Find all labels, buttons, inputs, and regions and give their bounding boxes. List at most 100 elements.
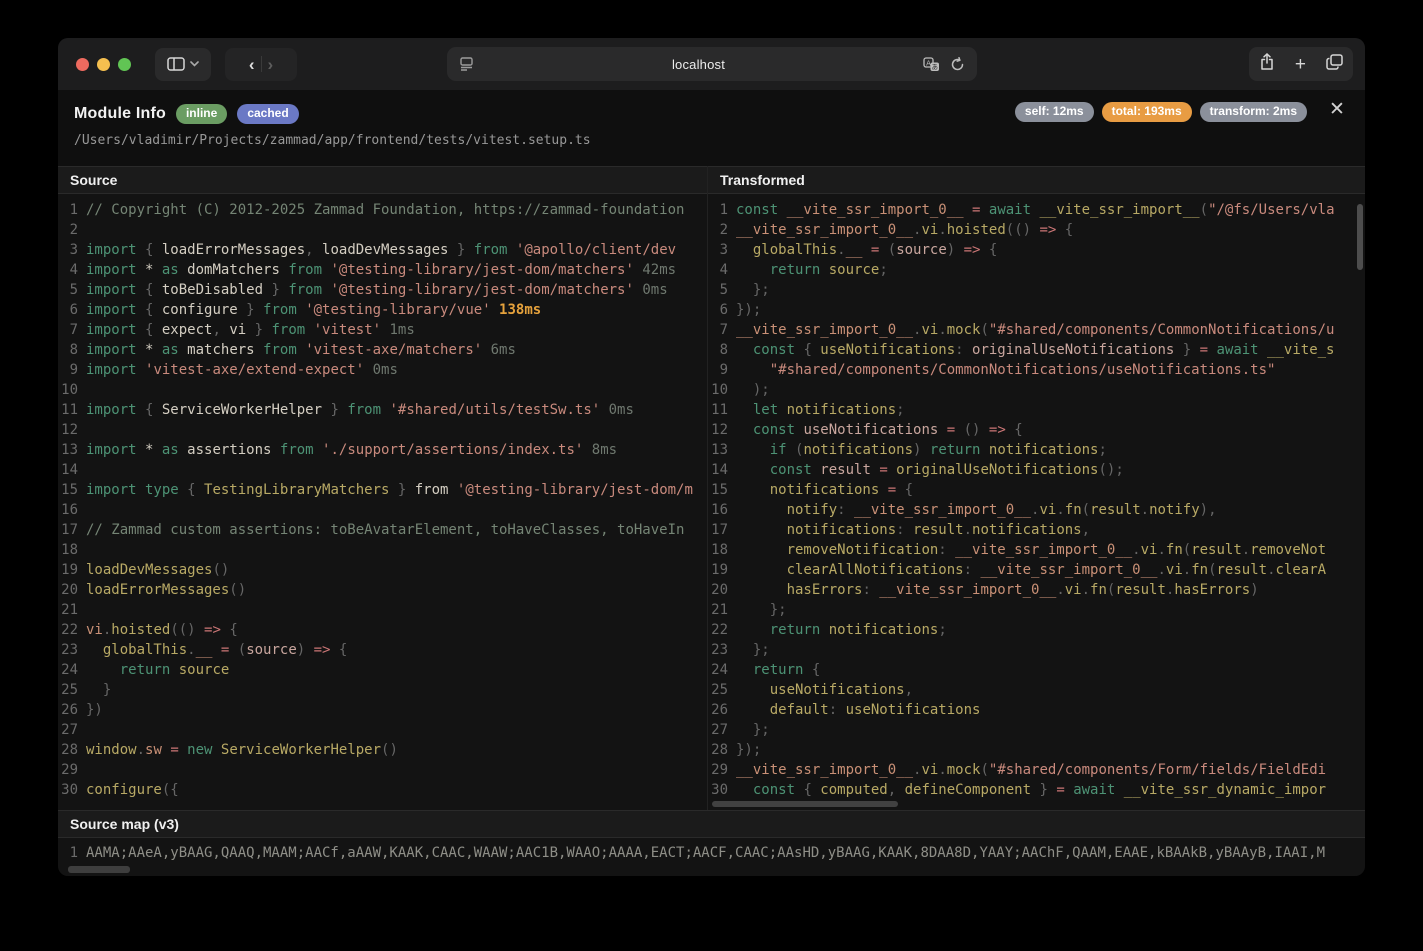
line-number: 26 xyxy=(58,700,86,720)
line-number: 7 xyxy=(708,320,736,340)
line-number: 17 xyxy=(58,520,86,540)
code-line: 14 const result = originalUseNotificatio… xyxy=(708,460,1365,480)
code-text: vi.hoisted(() => { xyxy=(86,620,238,640)
line-number: 28 xyxy=(708,740,736,760)
page-format-icon[interactable] xyxy=(459,57,474,71)
vertical-scrollbar[interactable] xyxy=(1357,204,1363,270)
code-line: 24 return { xyxy=(708,660,1365,680)
line-number: 25 xyxy=(58,680,86,700)
line-number: 19 xyxy=(58,560,86,580)
sourcemap-code-view[interactable]: 1AAMA;AAeA,yBAAG,QAAQ,MAAM;AACf,aAAW,KAA… xyxy=(58,838,1365,876)
close-panel-button[interactable]: ✕ xyxy=(1325,98,1349,122)
zoom-window-button[interactable] xyxy=(118,58,131,71)
code-line: 7__vite_ssr_import_0__.vi.mock("#shared/… xyxy=(708,320,1365,340)
code-line: 29 xyxy=(58,760,707,780)
line-number: 3 xyxy=(58,240,86,260)
new-tab-icon[interactable]: + xyxy=(1295,55,1306,74)
sourcemap-horizontal-scrollbar[interactable] xyxy=(68,866,130,873)
transformed-code-view[interactable]: 1const __vite_ssr_import_0__ = await __v… xyxy=(708,194,1365,810)
code-line: 21 }; xyxy=(708,600,1365,620)
line-number: 13 xyxy=(58,440,86,460)
code-text: "#shared/components/CommonNotifications/… xyxy=(736,360,1275,380)
code-line: 10 ); xyxy=(708,380,1365,400)
nav-buttons: ‹ › xyxy=(225,48,297,81)
code-text: loadDevMessages() xyxy=(86,560,229,580)
source-code-view[interactable]: 1// Copyright (C) 2012-2025 Zammad Found… xyxy=(58,194,707,810)
line-number: 6 xyxy=(58,300,86,320)
line-number: 23 xyxy=(58,640,86,660)
code-text: import * as domMatchers from '@testing-l… xyxy=(86,260,676,280)
code-text: }; xyxy=(736,640,770,660)
timing-badge: transform: 2ms xyxy=(1200,102,1307,122)
code-text: notifications = { xyxy=(736,480,913,500)
code-line: 30configure({ xyxy=(58,780,707,800)
url-text: localhost xyxy=(474,57,923,72)
code-text: import { ServiceWorkerHelper } from '#sh… xyxy=(86,400,634,420)
module-badge: cached xyxy=(237,104,298,124)
svg-text:A: A xyxy=(926,59,931,67)
code-text: const { useNotifications: originalUseNot… xyxy=(736,340,1334,360)
close-window-button[interactable] xyxy=(76,58,89,71)
forward-button[interactable]: › xyxy=(268,56,274,73)
code-line: 15 notifications = { xyxy=(708,480,1365,500)
translate-icon[interactable]: Aあ xyxy=(923,57,940,72)
sourcemap-title: Source map (v3) xyxy=(58,810,1365,838)
code-line: 26 default: useNotifications xyxy=(708,700,1365,720)
timing-badges: self: 12mstotal: 193mstransform: 2ms xyxy=(1015,102,1307,122)
line-number: 14 xyxy=(58,460,86,480)
address-bar[interactable]: localhost Aあ xyxy=(447,47,977,81)
minimize-window-button[interactable] xyxy=(97,58,110,71)
line-number: 23 xyxy=(708,640,736,660)
line-number: 3 xyxy=(708,240,736,260)
code-text: const result = originalUseNotifications(… xyxy=(736,460,1124,480)
line-number: 18 xyxy=(58,540,86,560)
line-number: 25 xyxy=(708,680,736,700)
code-line: 15import type { TestingLibraryMatchers }… xyxy=(58,480,707,500)
code-line: 29__vite_ssr_import_0__.vi.mock("#shared… xyxy=(708,760,1365,780)
code-line: 16 notify: __vite_ssr_import_0__.vi.fn(r… xyxy=(708,500,1365,520)
code-line: 12 const useNotifications = () => { xyxy=(708,420,1365,440)
code-line: 6}); xyxy=(708,300,1365,320)
timing-badge: self: 12ms xyxy=(1015,102,1094,122)
back-button[interactable]: ‹ xyxy=(249,56,255,73)
line-number: 20 xyxy=(708,580,736,600)
line-number: 1 xyxy=(58,200,86,220)
code-text: }; xyxy=(736,720,770,740)
module-badge: inline xyxy=(176,104,227,124)
code-text: default: useNotifications xyxy=(736,700,980,720)
line-number: 8 xyxy=(708,340,736,360)
tab-overview-icon[interactable] xyxy=(1326,54,1343,75)
code-text: globalThis.__ = (source) => { xyxy=(736,240,997,260)
code-line: 18 removeNotification: __vite_ssr_import… xyxy=(708,540,1365,560)
code-line: 8import * as matchers from 'vitest-axe/m… xyxy=(58,340,707,360)
reload-icon[interactable] xyxy=(950,57,965,72)
code-text: import 'vitest-axe/extend-expect' 0ms xyxy=(86,360,398,380)
sidebar-toggle-button[interactable] xyxy=(155,48,211,81)
code-text: notifications: result.notifications, xyxy=(736,520,1090,540)
line-number: 18 xyxy=(708,540,736,560)
line-number: 7 xyxy=(58,320,86,340)
code-line: 19loadDevMessages() xyxy=(58,560,707,580)
code-text: const { computed, defineComponent } = aw… xyxy=(736,780,1326,800)
horizontal-scrollbar[interactable] xyxy=(712,801,898,807)
line-number: 6 xyxy=(708,300,736,320)
code-line: 28window.sw = new ServiceWorkerHelper() xyxy=(58,740,707,760)
code-text: __vite_ssr_import_0__.vi.mock("#shared/c… xyxy=(736,320,1334,340)
share-icon[interactable] xyxy=(1259,53,1275,76)
code-text: window.sw = new ServiceWorkerHelper() xyxy=(86,740,398,760)
code-line: 11import { ServiceWorkerHelper } from '#… xyxy=(58,400,707,420)
code-line: 28}); xyxy=(708,740,1365,760)
code-line: 17// Zammad custom assertions: toBeAvata… xyxy=(58,520,707,540)
line-number: 24 xyxy=(58,660,86,680)
code-line: 30 const { computed, defineComponent } =… xyxy=(708,780,1365,800)
code-line: 1const __vite_ssr_import_0__ = await __v… xyxy=(708,200,1365,220)
sourcemap-section: Source map (v3) 1AAMA;AAeA,yBAAG,QAAQ,MA… xyxy=(58,810,1365,876)
source-pane: Source 1// Copyright (C) 2012-2025 Zamma… xyxy=(58,166,707,810)
transformed-pane-title: Transformed xyxy=(708,166,1365,194)
page-title: Module Info xyxy=(74,105,166,123)
code-text: }); xyxy=(736,740,761,760)
code-text: configure({ xyxy=(86,780,179,800)
code-line: 5 }; xyxy=(708,280,1365,300)
line-number: 29 xyxy=(708,760,736,780)
code-text: AAMA;AAeA,yBAAG,QAAQ,MAAM;AACf,aAAW,KAAK… xyxy=(86,843,1325,863)
